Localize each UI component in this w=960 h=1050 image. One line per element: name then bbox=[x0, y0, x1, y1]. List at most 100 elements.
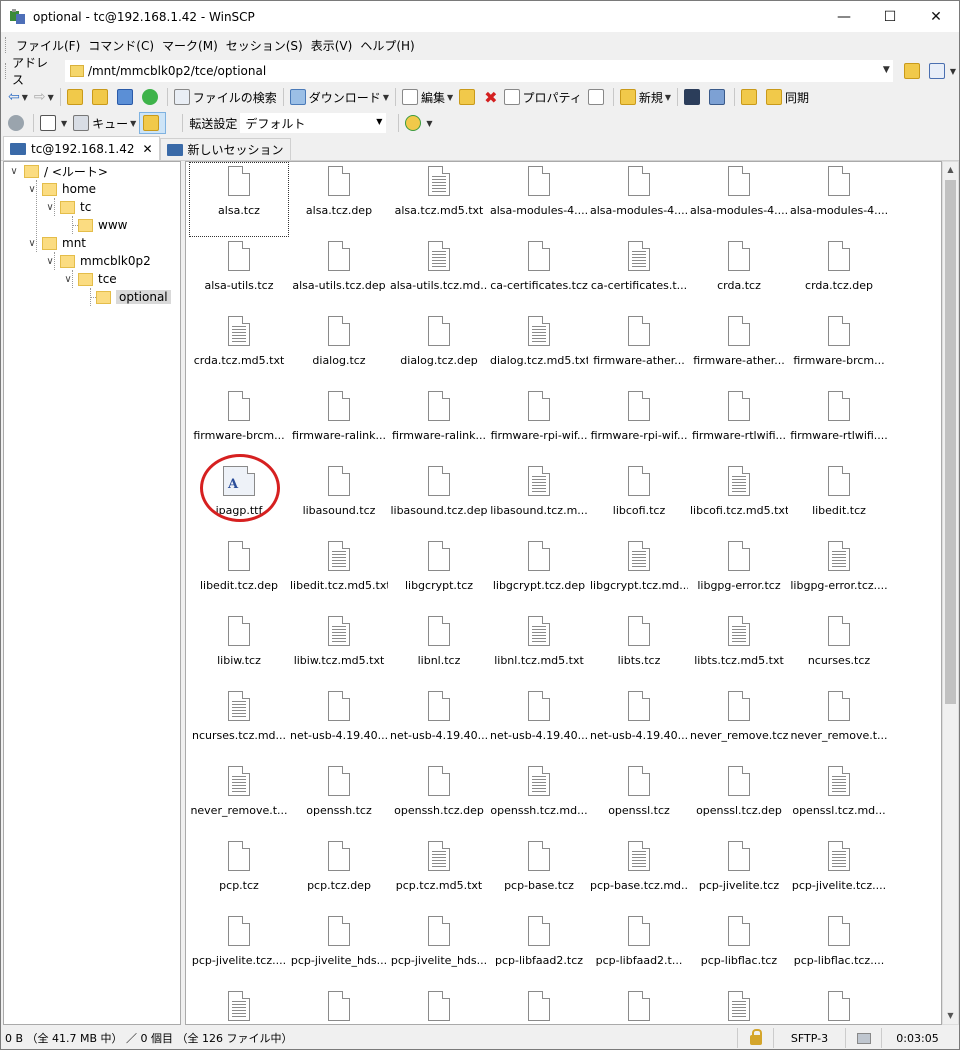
tree-node-tc[interactable]: ∨ tc bbox=[44, 198, 91, 216]
terminal-button[interactable] bbox=[681, 86, 706, 108]
file-item[interactable]: ca-certificates.tcz bbox=[489, 237, 589, 312]
file-item[interactable]: libgcrypt.tcz.md... bbox=[589, 537, 689, 612]
sync-button[interactable]: 同期 bbox=[763, 86, 812, 108]
file-item[interactable] bbox=[289, 987, 389, 1024]
tree-node-optional[interactable]: optional bbox=[92, 288, 171, 306]
file-item[interactable]: net-usb-4.19.40... bbox=[289, 687, 389, 762]
file-item[interactable]: pcp-libfaad2.t... bbox=[589, 912, 689, 987]
maximize-button[interactable]: ☐ bbox=[867, 1, 913, 32]
file-item[interactable]: net-usb-4.19.40... bbox=[489, 687, 589, 762]
file-item[interactable]: libasound.tcz bbox=[289, 462, 389, 537]
menu-help[interactable]: ヘルプ(H) bbox=[356, 37, 418, 54]
file-item[interactable]: never_remove.tcz bbox=[689, 687, 789, 762]
menu-view[interactable]: 表示(V) bbox=[307, 37, 357, 54]
file-item[interactable]: net-usb-4.19.40... bbox=[589, 687, 689, 762]
edit-dropdown-icon[interactable]: ▼ bbox=[447, 93, 453, 102]
file-item[interactable]: firmware-rtlwifi... bbox=[689, 387, 789, 462]
filter-button[interactable]: ▼ bbox=[926, 60, 959, 82]
file-item[interactable] bbox=[189, 987, 289, 1024]
close-tab-icon[interactable]: ✕ bbox=[142, 142, 152, 156]
file-item[interactable]: alsa-modules-4.... bbox=[789, 162, 889, 237]
file-item[interactable]: pcp-base.tcz bbox=[489, 837, 589, 912]
scroll-thumb[interactable] bbox=[945, 180, 956, 704]
file-item[interactable]: libedit.tcz.md5.txt bbox=[289, 537, 389, 612]
new-button[interactable]: 新規 ▼ bbox=[617, 86, 674, 108]
transfer-options-button[interactable]: ▼ bbox=[402, 112, 435, 134]
tree-toggle-button[interactable] bbox=[139, 112, 167, 134]
menu-command[interactable]: コマンド(C) bbox=[84, 37, 158, 54]
file-item[interactable]: openssh.tcz bbox=[289, 762, 389, 837]
address-grip[interactable] bbox=[5, 63, 8, 79]
file-item[interactable]: libts.tcz.md5.txt bbox=[689, 612, 789, 687]
file-item[interactable]: alsa-utils.tcz.md... bbox=[389, 237, 489, 312]
tab-new-session[interactable]: 新しいセッション bbox=[159, 138, 291, 160]
parent-dir-button[interactable] bbox=[64, 86, 89, 108]
find-files-button[interactable]: ファイルの検索 bbox=[171, 86, 280, 108]
file-item[interactable]: pcp.tcz.dep bbox=[289, 837, 389, 912]
view-mode-button[interactable]: ▼ bbox=[37, 112, 70, 134]
delete-button[interactable]: ✖ bbox=[481, 86, 500, 108]
file-item[interactable]: alsa-modules-4.... bbox=[489, 162, 589, 237]
file-item[interactable]: firmware-ather... bbox=[689, 312, 789, 387]
file-item[interactable]: firmware-ralink... bbox=[389, 387, 489, 462]
file-item[interactable]: alsa-utils.tcz.dep bbox=[289, 237, 389, 312]
file-item[interactable]: libcofi.tcz bbox=[589, 462, 689, 537]
file-item[interactable]: ncurses.tcz.md... bbox=[189, 687, 289, 762]
file-item[interactable]: firmware-brcm... bbox=[189, 387, 289, 462]
back-button[interactable]: ⇦ ▼ bbox=[5, 86, 31, 108]
refresh-button[interactable] bbox=[139, 86, 164, 108]
file-item[interactable]: ncurses.tcz bbox=[789, 612, 889, 687]
chevron-down-icon[interactable]: ∨ bbox=[26, 238, 38, 249]
file-item[interactable]: firmware-rtlwifi.... bbox=[789, 387, 889, 462]
file-item[interactable]: openssl.tcz.md... bbox=[789, 762, 889, 837]
file-panel[interactable]: alsa.tcz alsa.tcz.dep alsa.tcz.md5.txt alsa… bbox=[185, 161, 942, 1025]
tree-node-www[interactable]: www bbox=[74, 216, 127, 234]
file-item[interactable]: libcofi.tcz.md5.txt bbox=[689, 462, 789, 537]
back-dropdown-icon[interactable]: ▼ bbox=[22, 93, 28, 102]
close-window-button[interactable]: ✕ bbox=[913, 1, 959, 32]
file-item[interactable]: pcp-jivelite.tcz.... bbox=[189, 912, 289, 987]
file-item[interactable]: libedit.tcz bbox=[789, 462, 889, 537]
directory-tree[interactable]: ∨ / <ルート> ∨ home ∨ tc www ∨ mnt ∨ mmcblk0p2 ∨… bbox=[3, 161, 181, 1025]
file-item[interactable]: libedit.tcz.dep bbox=[189, 537, 289, 612]
file-item[interactable]: dialog.tcz bbox=[289, 312, 389, 387]
file-item[interactable]: crda.tcz bbox=[689, 237, 789, 312]
file-item[interactable]: dialog.tcz.dep bbox=[389, 312, 489, 387]
forward-button[interactable]: ⇨ ▼ bbox=[31, 86, 57, 108]
menu-mark[interactable]: マーク(M) bbox=[158, 37, 222, 54]
transfer-options-dropdown-icon[interactable]: ▼ bbox=[426, 119, 432, 128]
view-dropdown-icon[interactable]: ▼ bbox=[61, 119, 67, 128]
tree-node-mmcblk0p2[interactable]: ∨ mmcblk0p2 bbox=[44, 252, 150, 270]
file-item[interactable]: alsa-utils.tcz bbox=[189, 237, 289, 312]
menu-session[interactable]: セッション(S) bbox=[222, 37, 307, 54]
file-item[interactable]: openssl.tcz bbox=[589, 762, 689, 837]
file-item[interactable]: libgpg-error.tcz bbox=[689, 537, 789, 612]
new-dropdown-icon[interactable]: ▼ bbox=[665, 93, 671, 102]
file-item[interactable]: pcp-jivelite_hds... bbox=[289, 912, 389, 987]
file-item[interactable]: openssl.tcz.dep bbox=[689, 762, 789, 837]
file-item[interactable]: firmware-ralink... bbox=[289, 387, 389, 462]
file-item[interactable]: ca-certificates.t... bbox=[589, 237, 689, 312]
tree-node-mnt[interactable]: ∨ mnt bbox=[26, 234, 86, 252]
root-dir-button[interactable] bbox=[89, 86, 114, 108]
file-item[interactable]: firmware-rpi-wif... bbox=[589, 387, 689, 462]
file-item[interactable]: libiw.tcz.md5.txt bbox=[289, 612, 389, 687]
file-item[interactable] bbox=[489, 987, 589, 1024]
file-item[interactable]: openssh.tcz.md... bbox=[489, 762, 589, 837]
minimize-button[interactable]: — bbox=[821, 1, 867, 32]
forward-dropdown-icon[interactable]: ▼ bbox=[48, 93, 54, 102]
file-item[interactable]: libts.tcz bbox=[589, 612, 689, 687]
chevron-down-icon[interactable]: ∨ bbox=[44, 202, 56, 213]
compare-dirs-button[interactable] bbox=[738, 86, 763, 108]
file-item[interactable]: libnl.tcz bbox=[389, 612, 489, 687]
chevron-down-icon[interactable]: ∨ bbox=[62, 274, 74, 285]
edit-button[interactable]: 編集 ▼ bbox=[399, 86, 456, 108]
putty-button[interactable] bbox=[706, 86, 731, 108]
file-item[interactable]: pcp-jivelite_hds... bbox=[389, 912, 489, 987]
file-item[interactable]: firmware-ather... bbox=[589, 312, 689, 387]
tree-node-tce[interactable]: ∨ tce bbox=[62, 270, 116, 288]
file-item[interactable]: libgcrypt.tcz.dep bbox=[489, 537, 589, 612]
file-item[interactable]: alsa-modules-4.... bbox=[589, 162, 689, 237]
file-item[interactable]: dialog.tcz.md5.txt bbox=[489, 312, 589, 387]
file-item[interactable]: alsa.tcz.md5.txt bbox=[389, 162, 489, 237]
